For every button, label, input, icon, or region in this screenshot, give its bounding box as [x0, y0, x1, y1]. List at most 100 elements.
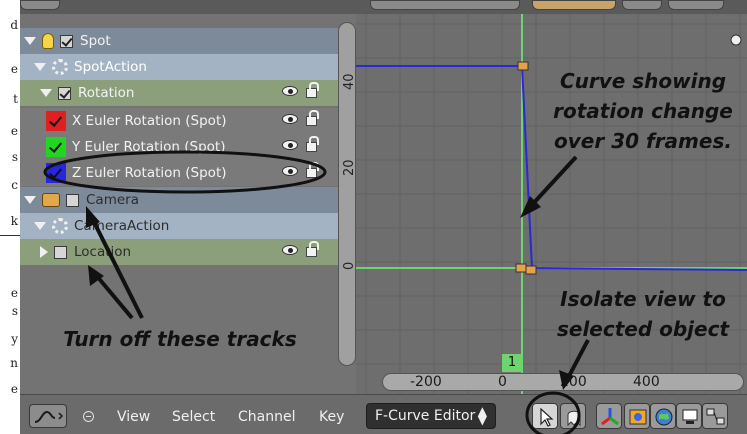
- current-frame-indicator[interactable]: 1: [502, 354, 522, 372]
- doc-letter: t: [13, 92, 18, 106]
- keyframe-handle: [525, 265, 537, 275]
- world-filter-button[interactable]: [650, 403, 676, 429]
- add-panel-icon: [730, 34, 742, 46]
- x-tick-label: -200: [410, 374, 442, 390]
- render-filter-button[interactable]: [676, 403, 702, 429]
- node-icon: [706, 408, 725, 425]
- channel-label: SpotAction: [74, 59, 147, 75]
- channel-y-euler[interactable]: Y Euler Rotation (Spot): [20, 134, 350, 160]
- more-filter-button[interactable]: [702, 403, 728, 429]
- header-widget[interactable]: [20, 0, 60, 10]
- channel-label: Z Euler Rotation (Spot): [72, 165, 227, 181]
- eye-icon[interactable]: [282, 166, 298, 176]
- lock-icon[interactable]: [306, 136, 319, 152]
- channel-checkbox[interactable]: [60, 34, 73, 48]
- channel-z-euler[interactable]: Z Euler Rotation (Spot): [20, 160, 350, 186]
- channel-rotation[interactable]: Rotation: [20, 80, 350, 106]
- eye-icon[interactable]: [282, 245, 298, 255]
- menu-key[interactable]: Key: [319, 409, 344, 425]
- y-tick-label: 0: [342, 261, 357, 270]
- editor-mode-select[interactable]: F-Curve Editor ▲ ▼: [366, 403, 496, 429]
- editor-type-button[interactable]: [29, 404, 67, 428]
- doc-letter: s: [11, 304, 18, 318]
- chevron-updown-icon: ▲ ▼: [477, 404, 487, 427]
- channel-label: Y Euler Rotation (Spot): [72, 139, 226, 155]
- editor-header: View Select Channel Key F-Curve Editor ▲…: [20, 394, 747, 434]
- channel-label: Location: [74, 244, 132, 260]
- collapse-menu-icon[interactable]: [83, 411, 94, 422]
- render-icon: [682, 409, 698, 424]
- only-selected-button[interactable]: [532, 403, 558, 429]
- channel-label: Camera: [86, 192, 139, 208]
- expand-arrow-icon[interactable]: [40, 246, 48, 258]
- channel-x-euler[interactable]: X Euler Rotation (Spot): [20, 108, 350, 134]
- lamp-icon: [42, 33, 54, 49]
- doc-letter: n: [10, 356, 18, 370]
- x-tick-label: 200: [560, 374, 587, 390]
- color-checkbox[interactable]: [46, 163, 66, 183]
- expand-arrow-icon[interactable]: [24, 196, 36, 204]
- doc-letter: k: [10, 214, 18, 228]
- expand-arrow-icon[interactable]: [34, 63, 46, 71]
- doc-letter: e: [10, 62, 18, 76]
- channel-cameraaction[interactable]: CameraAction: [20, 213, 350, 239]
- channel-label: Spot: [80, 33, 111, 49]
- y-tick-label: 20: [342, 159, 357, 176]
- x-tick-label: 0: [498, 374, 507, 390]
- channel-checkbox[interactable]: [58, 86, 71, 100]
- channel-spot[interactable]: Spot: [20, 28, 350, 54]
- channel-label: CameraAction: [74, 218, 170, 234]
- lock-icon[interactable]: [306, 162, 319, 178]
- doc-letter: e: [10, 124, 18, 138]
- channel-label: Rotation: [78, 85, 135, 101]
- eye-icon[interactable]: [282, 86, 298, 96]
- world-icon: [655, 408, 673, 426]
- channel-spotaction[interactable]: SpotAction: [20, 54, 350, 80]
- menu-select[interactable]: Select: [172, 409, 215, 425]
- channel-checkbox[interactable]: [66, 193, 79, 207]
- isolate-annotation: Isolate view to selected object: [556, 287, 730, 341]
- axes-button[interactable]: [596, 403, 622, 429]
- lock-icon[interactable]: [306, 82, 319, 98]
- object-filter-button[interactable]: [624, 403, 650, 429]
- color-checkbox[interactable]: [46, 137, 66, 157]
- eye-icon[interactable]: [282, 114, 298, 124]
- header-widget[interactable]: [622, 0, 662, 10]
- doc-letter: y: [11, 332, 18, 346]
- cursor-icon: [540, 407, 554, 427]
- action-icon: [52, 59, 68, 75]
- x-tick-label: 400: [633, 374, 660, 390]
- expand-arrow-icon[interactable]: [24, 37, 36, 45]
- doc-letter: d: [10, 18, 18, 32]
- channel-label: X Euler Rotation (Spot): [72, 113, 227, 129]
- expand-arrow-icon[interactable]: [40, 89, 52, 97]
- top-header-strip: [20, 0, 747, 14]
- axes-icon: [601, 408, 619, 426]
- lock-icon[interactable]: [306, 110, 319, 126]
- color-checkbox[interactable]: [46, 111, 66, 131]
- doc-letter: e: [10, 286, 18, 300]
- doc-letter: c: [11, 178, 18, 192]
- lock-icon[interactable]: [306, 241, 319, 257]
- header-widget[interactable]: [532, 0, 616, 10]
- keyframe-handle: [517, 61, 529, 71]
- header-widget[interactable]: [668, 0, 724, 10]
- keyframe-handle: [515, 263, 527, 273]
- menu-channel[interactable]: Channel: [238, 409, 295, 425]
- channel-location[interactable]: Location: [20, 239, 350, 265]
- expand-arrow-icon[interactable]: [34, 222, 46, 230]
- channel-checkbox[interactable]: [54, 245, 67, 259]
- y-tick-label: 40: [342, 73, 357, 90]
- eye-icon[interactable]: [282, 140, 298, 150]
- fcurve-editor-icon: [34, 410, 64, 423]
- show-hidden-button[interactable]: [560, 403, 586, 429]
- document-margin: d e t e s c k e s y n e: [0, 0, 20, 434]
- action-icon: [52, 218, 68, 234]
- ghost-icon: [567, 410, 581, 427]
- channel-camera[interactable]: Camera: [20, 187, 350, 213]
- doc-letter: s: [11, 150, 18, 164]
- doc-letter: e: [10, 382, 18, 396]
- curve-annotation: Curve showing rotation change over 30 fr…: [553, 69, 733, 153]
- header-widget[interactable]: [370, 0, 520, 10]
- menu-view[interactable]: View: [117, 409, 150, 425]
